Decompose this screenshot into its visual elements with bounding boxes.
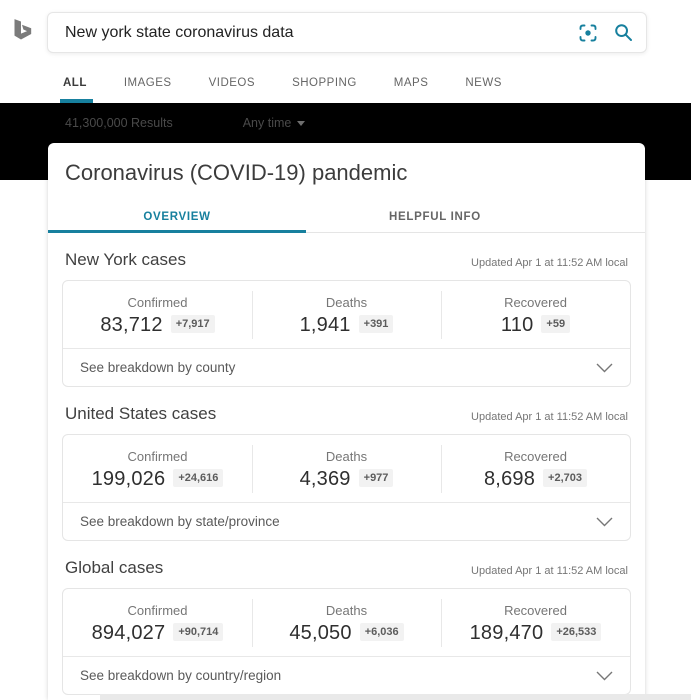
stat-value: 199,026 [92, 468, 166, 491]
caret-down-icon [297, 121, 305, 126]
section-title: United States cases [65, 404, 216, 424]
stat-value: 45,050 [289, 622, 351, 645]
stat-value: 110 [501, 314, 534, 337]
stat-label: Confirmed [128, 603, 188, 618]
stat-confirmed: Confirmed 894,027 +90,714 [63, 589, 252, 656]
updated-timestamp: Updated Apr 1 at 11:52 AM local [471, 411, 628, 424]
stats-panel-new-york: Confirmed 83,712 +7,917 Deaths 1,941 +39… [62, 280, 631, 387]
stat-value: 189,470 [470, 622, 544, 645]
stat-value: 1,941 [300, 314, 351, 337]
results-count: 41,300,000 Results [65, 116, 173, 130]
card-tab-bar: OVERVIEW HELPFUL INFO [48, 201, 645, 233]
nav-tab-images[interactable]: IMAGES [124, 77, 172, 89]
card-active-tab-underline [48, 230, 306, 233]
stat-deaths: Deaths 45,050 +6,036 [252, 589, 441, 656]
updated-timestamp: Updated Apr 1 at 11:52 AM local [471, 565, 628, 578]
section-head-global: Global cases Updated Apr 1 at 11:52 AM l… [65, 558, 628, 578]
chevron-down-icon [596, 363, 613, 373]
stat-deaths: Deaths 1,941 +391 [252, 281, 441, 348]
results-bar: 41,300,000 Results Any time [0, 106, 691, 140]
stat-value: 8,698 [484, 468, 535, 491]
breakdown-label: See breakdown by state/province [80, 514, 280, 529]
chevron-down-icon [596, 671, 613, 681]
visual-search-icon[interactable] [577, 22, 599, 44]
breakdown-toggle-state[interactable]: See breakdown by state/province [63, 503, 630, 540]
column-divider [252, 291, 253, 339]
section-title: New York cases [65, 250, 186, 270]
bing-logo-icon[interactable] [8, 16, 34, 44]
column-divider [252, 445, 253, 493]
breakdown-label: See breakdown by country/region [80, 668, 281, 683]
search-icon[interactable] [613, 22, 634, 43]
time-filter-dropdown[interactable]: Any time [243, 116, 306, 130]
column-divider [441, 445, 442, 493]
stat-recovered: Recovered 110 +59 [441, 281, 630, 348]
nav-tab-videos[interactable]: VIDEOS [209, 77, 255, 89]
stat-delta-badge: +7,917 [171, 315, 215, 333]
stat-delta-badge: +391 [359, 315, 394, 333]
search-input[interactable] [65, 24, 577, 42]
nav-tab-news[interactable]: NEWS [465, 77, 502, 89]
stat-label: Deaths [326, 603, 367, 618]
stats-panel-global: Confirmed 894,027 +90,714 Deaths 45,050 … [62, 588, 631, 695]
stat-label: Deaths [326, 449, 367, 464]
section-head-new-york: New York cases Updated Apr 1 at 11:52 AM… [65, 250, 628, 270]
stat-value: 894,027 [92, 622, 166, 645]
column-divider [252, 599, 253, 647]
section-title: Global cases [65, 558, 163, 578]
stat-label: Recovered [504, 603, 567, 618]
stat-delta-badge: +24,616 [173, 469, 223, 487]
breakdown-toggle-county[interactable]: See breakdown by county [63, 349, 630, 386]
stat-value: 4,369 [300, 468, 351, 491]
nav-tab-maps[interactable]: MAPS [394, 77, 429, 89]
column-divider [441, 599, 442, 647]
column-divider [441, 291, 442, 339]
stat-delta-badge: +90,714 [173, 623, 223, 641]
stat-value: 83,712 [100, 314, 162, 337]
tab-helpful-info[interactable]: HELPFUL INFO [306, 201, 564, 232]
stat-recovered: Recovered 189,470 +26,533 [441, 589, 630, 656]
nav-tab-shopping[interactable]: SHOPPING [292, 77, 357, 89]
nav-tab-all[interactable]: ALL [63, 77, 87, 89]
breakdown-toggle-country[interactable]: See breakdown by country/region [63, 657, 630, 694]
stat-delta-badge: +6,036 [360, 623, 404, 641]
search-box [47, 12, 647, 53]
stat-delta-badge: +2,703 [543, 469, 587, 487]
stat-label: Recovered [504, 295, 567, 310]
updated-timestamp: Updated Apr 1 at 11:52 AM local [471, 257, 628, 270]
stat-delta-badge: +977 [359, 469, 394, 487]
stat-confirmed: Confirmed 199,026 +24,616 [63, 435, 252, 502]
stat-deaths: Deaths 4,369 +977 [252, 435, 441, 502]
stat-recovered: Recovered 8,698 +2,703 [441, 435, 630, 502]
stat-label: Deaths [326, 295, 367, 310]
stat-delta-badge: +59 [541, 315, 570, 333]
stat-confirmed: Confirmed 83,712 +7,917 [63, 281, 252, 348]
chevron-down-icon [596, 517, 613, 527]
bing-search-page: ALL IMAGES VIDEOS SHOPPING MAPS NEWS 41,… [0, 0, 691, 700]
search-vertical-tabs: ALL IMAGES VIDEOS SHOPPING MAPS NEWS [0, 70, 691, 103]
stat-label: Confirmed [128, 295, 188, 310]
next-result-edge [100, 694, 691, 700]
section-head-united-states: United States cases Updated Apr 1 at 11:… [65, 404, 628, 424]
card-title: Coronavirus (COVID-19) pandemic [65, 160, 628, 186]
stats-panel-united-states: Confirmed 199,026 +24,616 Deaths 4,369 +… [62, 434, 631, 541]
stat-label: Recovered [504, 449, 567, 464]
stat-delta-badge: +26,533 [551, 623, 601, 641]
breakdown-label: See breakdown by county [80, 360, 235, 375]
stat-label: Confirmed [128, 449, 188, 464]
tab-overview[interactable]: OVERVIEW [48, 201, 306, 232]
coronavirus-answer-card: Coronavirus (COVID-19) pandemic OVERVIEW… [48, 143, 645, 700]
time-filter-label: Any time [243, 116, 292, 130]
